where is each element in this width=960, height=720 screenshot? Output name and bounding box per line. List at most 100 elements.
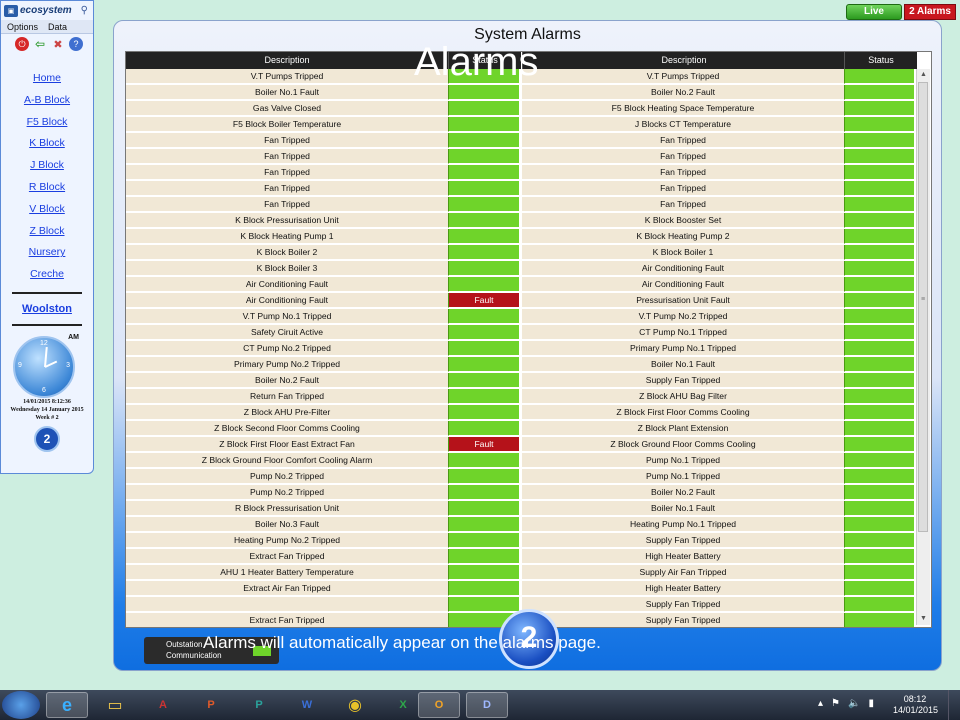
analog-clock: 12 3 6 9 AM bbox=[1, 332, 93, 398]
table-row: Gas Valve Closed F5 Block Heating Space T… bbox=[126, 101, 916, 116]
alarm-description-left: Z Block First Floor East Extract Fan bbox=[126, 437, 448, 452]
alarm-status-left bbox=[448, 229, 519, 244]
alarm-status-left bbox=[448, 549, 519, 564]
alarm-description-right: Supply Air Fan Tripped bbox=[522, 565, 844, 580]
alarm-description-left: Fan Tripped bbox=[126, 181, 448, 196]
nav-z-block[interactable]: Z Block bbox=[1, 221, 93, 243]
live-button[interactable]: Live bbox=[846, 4, 902, 20]
volume-icon[interactable]: 🔈 bbox=[848, 698, 860, 709]
taskbar-clock[interactable]: 08:12 14/01/2015 bbox=[893, 694, 938, 716]
remote-app-icon[interactable]: D bbox=[466, 692, 508, 718]
table-row: Return Fan Tripped Z Block AHU Bag Filter bbox=[126, 389, 916, 404]
alarm-status-left bbox=[448, 197, 519, 212]
alarm-status-right bbox=[844, 501, 914, 516]
alarm-status-right bbox=[844, 181, 914, 196]
nav-a-b-block[interactable]: A-B Block bbox=[1, 90, 93, 112]
alarm-status-right bbox=[844, 229, 914, 244]
site-link-woolston[interactable]: Woolston bbox=[1, 300, 93, 318]
power-icon[interactable]: ⏻ bbox=[15, 37, 29, 51]
publisher-icon[interactable]: P bbox=[238, 692, 280, 718]
table-row: Fan Tripped Fan Tripped bbox=[126, 149, 916, 164]
table-row: Fan Tripped Fan Tripped bbox=[126, 165, 916, 180]
alarm-description-left: Fan Tripped bbox=[126, 197, 448, 212]
alarm-status-left bbox=[448, 117, 519, 132]
clock-number: 12 bbox=[40, 339, 48, 347]
table-row: R Block Pressurisation Unit Boiler No.1 F… bbox=[126, 501, 916, 516]
internet-explorer-icon[interactable]: e bbox=[46, 692, 88, 718]
alarm-status-left bbox=[448, 245, 519, 260]
nav-f5-block[interactable]: F5 Block bbox=[1, 112, 93, 134]
alarm-description-left: Boiler No.3 Fault bbox=[126, 517, 448, 532]
alarm-status-left: Fault bbox=[448, 293, 519, 308]
brand-logo-icon[interactable]: 2 bbox=[34, 425, 60, 452]
start-button-icon[interactable] bbox=[2, 691, 40, 719]
show-desktop-button[interactable] bbox=[948, 690, 960, 720]
alarm-status-left bbox=[448, 597, 519, 612]
powerpoint-icon[interactable]: P bbox=[190, 692, 232, 718]
alarm-status-right bbox=[844, 517, 914, 532]
word-icon[interactable]: W bbox=[286, 692, 328, 718]
alarm-description-right: CT Pump No.1 Tripped bbox=[522, 325, 844, 340]
alarm-status-right bbox=[844, 325, 914, 340]
alarm-status-right bbox=[844, 613, 914, 627]
network-icon[interactable]: ✖ bbox=[51, 37, 65, 51]
alarm-status-left bbox=[448, 165, 519, 180]
alarm-description-right: Fan Tripped bbox=[522, 197, 844, 212]
nav-k-block[interactable]: K Block bbox=[1, 133, 93, 155]
table-row: Fan Tripped Fan Tripped bbox=[126, 197, 916, 212]
alarm-description-left: Heating Pump No.2 Tripped bbox=[126, 533, 448, 548]
menu-options[interactable]: Options bbox=[7, 22, 38, 32]
alarm-status-left bbox=[448, 469, 519, 484]
alarm-description-left: Extract Air Fan Tripped bbox=[126, 581, 448, 596]
nav-v-block[interactable]: V Block bbox=[1, 199, 93, 221]
alarm-status-left bbox=[448, 405, 519, 420]
nav-j-block[interactable]: J Block bbox=[1, 155, 93, 177]
alarm-status-right bbox=[844, 85, 914, 100]
nav-nursery[interactable]: Nursery bbox=[1, 242, 93, 264]
scroll-thumb[interactable]: ≡ bbox=[918, 82, 928, 532]
alarm-description-right: V.T Pumps Tripped bbox=[522, 69, 844, 84]
nav-list: Home A-B Block F5 Block K Block J Block … bbox=[1, 68, 93, 286]
alarm-description-right: Pressurisation Unit Fault bbox=[522, 293, 844, 308]
tray-expand-icon[interactable]: ▴ bbox=[818, 698, 823, 709]
network-tray-icon[interactable]: ⚑ bbox=[831, 698, 840, 709]
nav-home[interactable]: Home bbox=[1, 68, 93, 90]
alarm-status-right bbox=[844, 309, 914, 324]
alarm-description-right: Fan Tripped bbox=[522, 165, 844, 180]
alarm-description-right: Boiler No.2 Fault bbox=[522, 85, 844, 100]
table-row: F5 Block Boiler Temperature J Blocks CT T… bbox=[126, 117, 916, 132]
alarm-description-left: Extract Fan Tripped bbox=[126, 613, 448, 627]
back-arrow-icon[interactable]: ⇦ bbox=[33, 37, 47, 51]
alarm-description-right: Air Conditioning Fault bbox=[522, 261, 844, 276]
alarm-description-left: CT Pump No.2 Tripped bbox=[126, 341, 448, 356]
menu-data[interactable]: Data bbox=[48, 22, 67, 32]
alarm-status-left bbox=[448, 373, 519, 388]
table-row: K Block Boiler 2 K Block Boiler 1 bbox=[126, 245, 916, 260]
logo-text: ecosystem bbox=[20, 5, 72, 16]
alarm-description-left: Gas Valve Closed bbox=[126, 101, 448, 116]
scroll-down-icon[interactable]: ▼ bbox=[917, 613, 930, 625]
chrome-icon[interactable]: ◉ bbox=[334, 692, 376, 718]
alarm-description-left: K Block Pressurisation Unit bbox=[126, 213, 448, 228]
file-explorer-icon[interactable]: ▭ bbox=[94, 692, 136, 718]
help-icon[interactable]: ? bbox=[69, 37, 83, 51]
alarm-status-left bbox=[448, 389, 519, 404]
nav-r-block[interactable]: R Block bbox=[1, 177, 93, 199]
alarm-status-right bbox=[844, 197, 914, 212]
alarm-status-left bbox=[448, 565, 519, 580]
table-row: Safety Ciruit Active CT Pump No.1 Tripped bbox=[126, 325, 916, 340]
pin-icon[interactable]: ⚲ bbox=[81, 5, 88, 16]
alarms-table: Description Status Description Status V.… bbox=[125, 51, 932, 628]
table-scrollbar[interactable]: ▲ ≡ ▼ bbox=[916, 69, 930, 625]
col-header-description-left: Description bbox=[126, 52, 448, 69]
power-tray-icon[interactable]: ▮ bbox=[868, 698, 874, 709]
alarm-description-left: Z Block Ground Floor Comfort Cooling Ala… bbox=[126, 453, 448, 468]
alarms-count-button[interactable]: 2 Alarms bbox=[904, 4, 956, 20]
alarm-status-right bbox=[844, 69, 914, 84]
nav-creche[interactable]: Creche bbox=[1, 264, 93, 286]
access-icon[interactable]: A bbox=[142, 692, 184, 718]
week-number: Week # 2 bbox=[35, 414, 59, 421]
alarm-description-right: F5 Block Heating Space Temperature bbox=[522, 101, 844, 116]
scroll-up-icon[interactable]: ▲ bbox=[917, 69, 930, 81]
outlook-icon[interactable]: O bbox=[418, 692, 460, 718]
